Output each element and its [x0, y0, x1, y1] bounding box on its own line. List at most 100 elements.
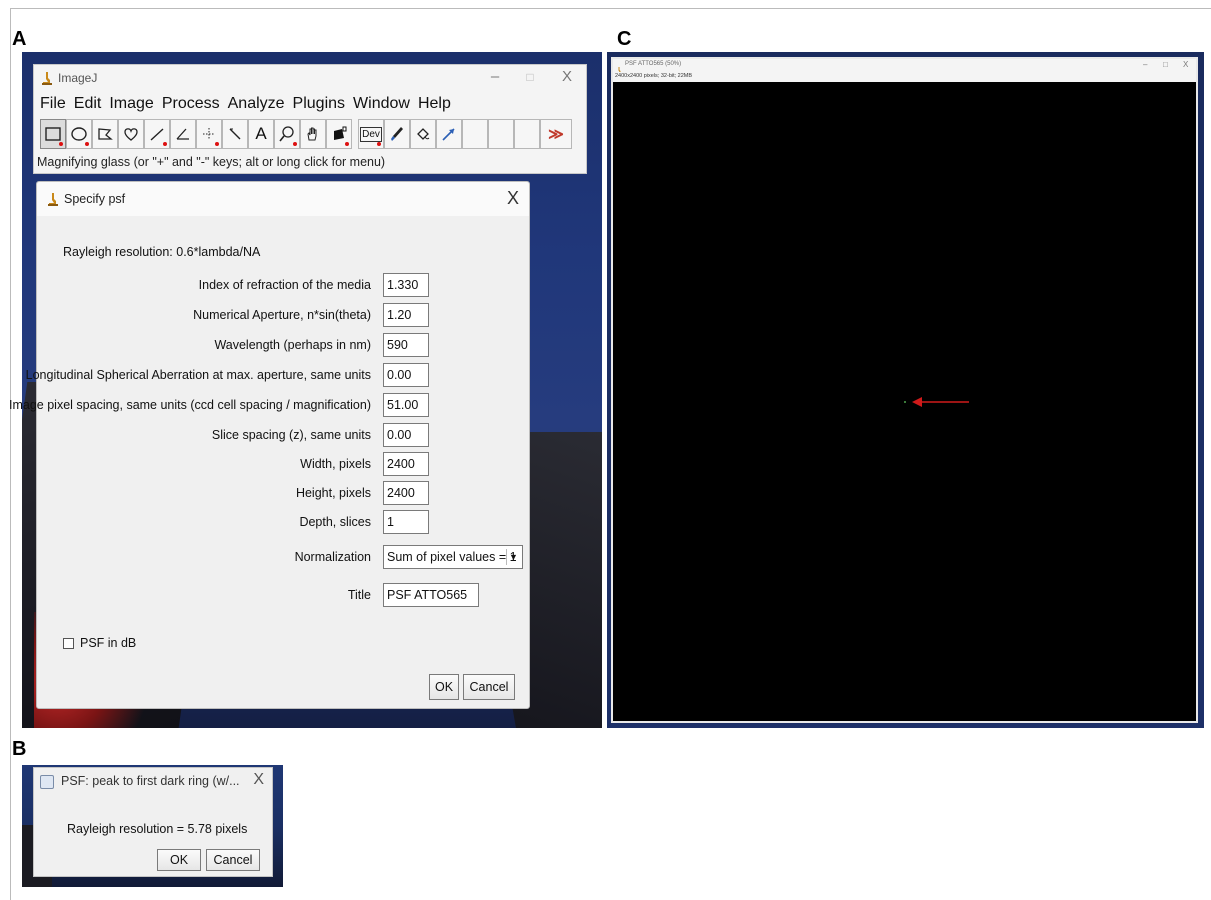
image-window-title: PSF ATTO565 (50%): [625, 61, 682, 67]
rayleigh-result-message: Rayleigh resolution = 5.78 pixels: [67, 822, 248, 836]
checkbox-box[interactable]: [63, 637, 74, 649]
menu-window[interactable]: Window: [353, 95, 410, 115]
refraction-index-input[interactable]: 1.330: [383, 273, 429, 297]
menu-file[interactable]: File: [40, 95, 66, 115]
field-row: Numerical Aperture, n*sin(theta) 1.20: [37, 303, 529, 327]
result-dialog-title: PSF: peak to first dark ring (w/...: [61, 774, 240, 788]
field-label: Image pixel spacing, same units (ccd cel…: [9, 398, 371, 412]
field-label: Depth, slices: [299, 515, 371, 529]
wand-tool-icon[interactable]: [222, 119, 248, 149]
angle-tool-icon[interactable]: [170, 119, 196, 149]
imagej-window: ImageJ – □ X File Edit Image Process Ana…: [33, 64, 587, 174]
imagej-window-title: ImageJ: [58, 71, 98, 85]
java-app-icon: [40, 775, 54, 789]
image-info-text: 2400x2400 pixels; 32-bit; 22MB: [615, 73, 693, 79]
rayleigh-note: Rayleigh resolution: 0.6*lambda/NA: [63, 245, 261, 259]
scroll-tool-icon[interactable]: [300, 119, 326, 149]
psf-dialog-titlebar[interactable]: Specify psf X: [37, 182, 529, 216]
line-tool-icon[interactable]: [144, 119, 170, 149]
psf-in-db-checkbox[interactable]: PSF in dB: [63, 636, 136, 650]
figure-border-top: [10, 8, 1211, 9]
more-tools-icon[interactable]: ≫: [540, 119, 572, 149]
field-label: Index of refraction of the media: [198, 278, 371, 292]
field-row: Wavelength (perhaps in nm) 590: [37, 333, 529, 357]
close-button[interactable]: X: [556, 68, 578, 85]
point-tool-icon[interactable]: [196, 119, 222, 149]
height-pixels-input[interactable]: 2400: [383, 481, 429, 505]
field-label: Numerical Aperture, n*sin(theta): [193, 308, 371, 322]
rectangle-tool-icon[interactable]: [40, 119, 66, 149]
rayleigh-result-dialog: PSF: peak to first dark ring (w/... X Ra…: [33, 767, 273, 877]
specify-psf-dialog: Specify psf X Rayleigh resolution: 0.6*l…: [9, 181, 530, 709]
ok-button[interactable]: OK: [157, 849, 201, 871]
ok-button[interactable]: OK: [429, 674, 459, 700]
field-label: Wavelength (perhaps in nm): [214, 338, 371, 352]
empty-tool-slot[interactable]: [462, 119, 488, 149]
wavelength-input[interactable]: 590: [383, 333, 429, 357]
pixel-spacing-input[interactable]: 51.00: [383, 393, 429, 417]
brush-tool-icon[interactable]: [384, 119, 410, 149]
imagej-menubar: File Edit Image Process Analyze Plugins …: [40, 95, 459, 115]
field-row: Index of refraction of the media 1.330: [37, 273, 529, 297]
normalization-label: Normalization: [294, 550, 371, 564]
cancel-button[interactable]: Cancel: [463, 674, 515, 700]
figure-border-left: [10, 8, 11, 900]
spherical-aberration-input[interactable]: 0.00: [383, 363, 429, 387]
color-picker-tool-icon[interactable]: [326, 119, 352, 149]
magnifier-tool-icon[interactable]: [274, 119, 300, 149]
freehand-tool-icon[interactable]: [118, 119, 144, 149]
image-info-bar: 2400x2400 pixels; 32-bit; 22MB: [613, 72, 1196, 82]
close-button[interactable]: X: [507, 188, 519, 209]
close-button[interactable]: X: [253, 771, 264, 789]
field-row: Height, pixels 2400: [37, 481, 529, 505]
title-input[interactable]: PSF ATTO565: [383, 583, 479, 607]
minimize-button[interactable]: –: [1143, 60, 1147, 69]
title-label: Title: [347, 588, 371, 602]
normalization-value: Sum of pixel values = 1: [387, 550, 517, 564]
maximize-button[interactable]: □: [519, 70, 541, 84]
psf-dialog-title: Specify psf: [64, 192, 126, 206]
menu-analyze[interactable]: Analyze: [228, 95, 285, 115]
field-label: Slice spacing (z), same units: [211, 428, 371, 442]
numerical-aperture-input[interactable]: 1.20: [383, 303, 429, 327]
polygon-tool-icon[interactable]: [92, 119, 118, 149]
panel-label-a: A: [12, 28, 27, 50]
close-button[interactable]: X: [1183, 60, 1188, 69]
menu-help[interactable]: Help: [418, 95, 451, 115]
minimize-button[interactable]: –: [484, 68, 506, 85]
oval-tool-icon[interactable]: [66, 119, 92, 149]
text-tool-icon[interactable]: A: [248, 119, 274, 149]
flood-fill-tool-icon[interactable]: [410, 119, 436, 149]
empty-tool-slot[interactable]: [488, 119, 514, 149]
imagej-microscope-icon: [47, 192, 59, 211]
field-row: Width, pixels 2400: [37, 452, 529, 476]
field-row: Slice spacing (z), same units 0.00: [37, 423, 529, 447]
menu-edit[interactable]: Edit: [74, 95, 102, 115]
imagej-toolbar: A Dev ≫: [40, 119, 572, 151]
panel-label-c: C: [617, 28, 632, 50]
field-row: Normalization Sum of pixel values = 1 ▼: [37, 545, 529, 569]
maximize-button[interactable]: □: [1163, 60, 1168, 69]
field-row: Depth, slices 1: [37, 510, 529, 534]
slice-spacing-input[interactable]: 0.00: [383, 423, 429, 447]
menu-plugins[interactable]: Plugins: [293, 95, 345, 115]
dev-tool-icon[interactable]: Dev: [358, 119, 384, 149]
imagej-microscope-icon: [41, 71, 53, 90]
checkbox-label: PSF in dB: [80, 636, 137, 650]
field-label: Longitudinal Spherical Aberration at max…: [25, 368, 371, 382]
arrow-tool-icon[interactable]: [436, 119, 462, 149]
depth-slices-input[interactable]: 1: [383, 510, 429, 534]
psf-image-window: PSF ATTO565 (50%) – □ X 2400x2400 pixels…: [611, 57, 1198, 723]
image-window-titlebar[interactable]: PSF ATTO565 (50%) – □ X: [613, 59, 1196, 74]
empty-tool-slot[interactable]: [514, 119, 540, 149]
imagej-status-bar: Magnifying glass (or "+" and "-" keys; a…: [37, 155, 386, 169]
normalization-select[interactable]: Sum of pixel values = 1 ▼: [383, 545, 523, 569]
field-row: Image pixel spacing, same units (ccd cel…: [9, 393, 529, 417]
imagej-titlebar[interactable]: ImageJ – □ X: [34, 65, 586, 91]
field-row: Longitudinal Spherical Aberration at max…: [26, 363, 529, 387]
cancel-button[interactable]: Cancel: [206, 849, 260, 871]
menu-process[interactable]: Process: [162, 95, 220, 115]
field-label: Height, pixels: [295, 486, 371, 500]
width-pixels-input[interactable]: 2400: [383, 452, 429, 476]
menu-image[interactable]: Image: [109, 95, 153, 115]
